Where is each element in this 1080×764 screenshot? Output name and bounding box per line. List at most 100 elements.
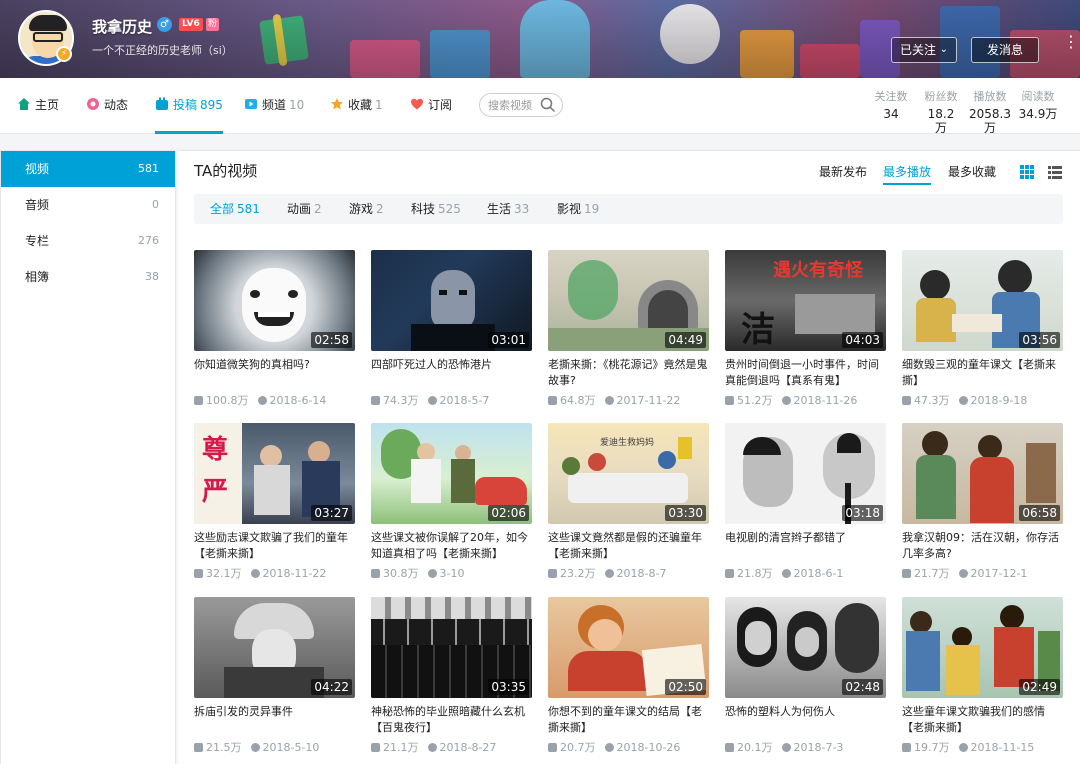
- verified-icon: ⚡: [56, 46, 72, 62]
- filter-games[interactable]: 游戏 2: [349, 194, 384, 224]
- clock-icon: [781, 396, 791, 405]
- video-thumbnail[interactable]: 02:06: [371, 423, 532, 524]
- send-message-button[interactable]: 发消息: [971, 37, 1039, 63]
- tab-uploads[interactable]: 投稿 895: [155, 78, 223, 134]
- sidebar-item-audio[interactable]: 音频 0: [1, 187, 175, 223]
- video-duration: 02:06: [488, 505, 529, 521]
- filter-film[interactable]: 影视 19: [557, 194, 599, 224]
- video-title[interactable]: 这些童年课文欺骗我们的感情【老撕来撕】: [902, 704, 1063, 736]
- home-icon: [18, 98, 30, 110]
- video-card: 02:06 这些课文被你误解了20年，如今知道真相了吗【老撕来撕】 30.8万 3…: [371, 423, 532, 581]
- stat-following[interactable]: 关注数 34: [873, 88, 909, 121]
- video-meta: 51.2万 2018-11-26: [725, 394, 886, 408]
- video-title[interactable]: 细数毁三观的童年课文【老撕来撕】: [902, 357, 1063, 389]
- clock-icon: [958, 396, 968, 405]
- tab-subscriptions[interactable]: 订阅: [410, 78, 452, 134]
- video-thumbnail[interactable]: 02:48: [725, 597, 886, 698]
- video-title[interactable]: 我拿汉朝09：活在汉朝，你存活几率多高?: [902, 530, 1063, 562]
- video-thumbnail[interactable]: 尊 严 03:27: [194, 423, 355, 524]
- filter-all[interactable]: 全部 581: [210, 194, 260, 224]
- video-title[interactable]: 这些励志课文欺骗了我们的童年【老撕来撕】: [194, 530, 355, 562]
- video-duration: 04:03: [842, 332, 883, 348]
- grid-view-icon[interactable]: [1020, 165, 1034, 179]
- play-count-icon: [902, 743, 911, 752]
- video-duration: 04:22: [311, 679, 352, 695]
- video-thumbnail[interactable]: 04:49: [548, 250, 709, 351]
- video-duration: 04:49: [665, 332, 706, 348]
- more-menu-icon[interactable]: ⋮: [1063, 34, 1079, 50]
- video-meta: 30.8万 3-10: [371, 567, 532, 581]
- video-duration: 02:58: [311, 332, 352, 348]
- video-meta: 32.1万 2018-11-22: [194, 567, 355, 581]
- video-meta: 20.1万 2018-7-3: [725, 741, 886, 755]
- video-thumbnail[interactable]: 02:50: [548, 597, 709, 698]
- video-thumbnail[interactable]: 爱迪生救妈妈 03:30: [548, 423, 709, 524]
- video-title[interactable]: 你知道微笑狗的真相吗?: [194, 357, 355, 389]
- video-title[interactable]: 你想不到的童年课文的结局【老撕来撕】: [548, 704, 709, 736]
- video-thumbnail[interactable]: 03:56: [902, 250, 1063, 351]
- list-view-icon[interactable]: [1048, 165, 1062, 179]
- clock-icon: [958, 569, 968, 578]
- favorite-icon: [331, 98, 343, 110]
- sort-most-favorited[interactable]: 最多收藏: [948, 163, 996, 180]
- clock-icon: [604, 569, 614, 578]
- video-card: 02:48 恐怖的塑料人为何伤人 20.1万 2018-7-3: [725, 597, 886, 755]
- video-card: 尊 严 03:27 这些励志课文欺骗了我们的童年【老撕来撕】 32.1万 2018…: [194, 423, 355, 581]
- followed-button[interactable]: 已关注 ⌄: [891, 37, 957, 63]
- clock-icon: [427, 569, 437, 578]
- sidebar-item-articles[interactable]: 专栏 276: [1, 223, 175, 259]
- video-search-input[interactable]: [488, 97, 540, 113]
- tab-channels[interactable]: 频道 10: [244, 78, 304, 134]
- tab-favorites[interactable]: 收藏 1: [330, 78, 383, 134]
- video-thumbnail[interactable]: 02:58: [194, 250, 355, 351]
- video-title[interactable]: 拆庙引发的灵异事件: [194, 704, 355, 736]
- video-meta: 23.2万 2018-8-7: [548, 567, 709, 581]
- filter-life[interactable]: 生活 33: [487, 194, 529, 224]
- play-count-icon: [725, 396, 734, 405]
- play-count-icon: [548, 743, 557, 752]
- video-title[interactable]: 电视剧的清宫辫子都错了: [725, 530, 886, 562]
- play-count-icon: [194, 743, 203, 752]
- stat-followers[interactable]: 粉丝数 18.2万: [922, 88, 960, 135]
- sort-latest[interactable]: 最新发布: [819, 163, 867, 180]
- sidebar-item-albums[interactable]: 相簿 38: [1, 259, 175, 295]
- clock-icon: [604, 743, 614, 752]
- video-thumbnail[interactable]: 06:58: [902, 423, 1063, 524]
- video-title[interactable]: 贵州时间倒退一小时事件，时间真能倒退吗【真系有鬼】: [725, 357, 886, 389]
- video-duration: 03:18: [842, 505, 883, 521]
- clock-icon: [781, 743, 791, 752]
- video-title[interactable]: 神秘恐怖的毕业照暗藏什么玄机【百鬼夜行】: [371, 704, 532, 736]
- sort-most-played[interactable]: 最多播放: [883, 163, 932, 185]
- video-card: 06:58 我拿汉朝09：活在汉朝，你存活几率多高? 21.7万 2017-12-…: [902, 423, 1063, 581]
- video-thumbnail[interactable]: 02:49: [902, 597, 1063, 698]
- video-duration: 06:58: [1019, 505, 1060, 521]
- tab-home[interactable]: 主页: [17, 78, 59, 134]
- video-thumbnail[interactable]: 03:18: [725, 423, 886, 524]
- clock-icon: [604, 396, 614, 405]
- video-thumbnail[interactable]: 04:22: [194, 597, 355, 698]
- video-thumbnail[interactable]: 遇火有奇怪 洁 04:03: [725, 250, 886, 351]
- video-title[interactable]: 这些课文被你误解了20年，如今知道真相了吗【老撕来撕】: [371, 530, 532, 562]
- upload-icon: [156, 97, 168, 110]
- filter-tech[interactable]: 科技 525: [411, 194, 461, 224]
- video-meta: 21.1万 2018-8-27: [371, 741, 532, 755]
- video-meta: 47.3万 2018-9-18: [902, 394, 1063, 408]
- sidebar-item-video[interactable]: 视频 581: [1, 151, 175, 187]
- video-title[interactable]: 老撕来撕：《桃花源记》竟然是鬼故事?: [548, 357, 709, 389]
- tab-dynamic[interactable]: 动态: [86, 78, 128, 134]
- video-title[interactable]: 恐怖的塑料人为何伤人: [725, 704, 886, 736]
- dynamic-icon: [87, 98, 99, 110]
- play-count-icon: [902, 396, 911, 405]
- video-title[interactable]: 四部吓死过人的恐怖港片: [371, 357, 532, 389]
- video-duration: 03:35: [488, 679, 529, 695]
- play-count-icon: [725, 743, 734, 752]
- video-title[interactable]: 这些课文竟然都是假的还骗童年【老撕来撕】: [548, 530, 709, 562]
- clock-icon: [250, 743, 260, 752]
- video-thumbnail[interactable]: 03:35: [371, 597, 532, 698]
- filter-animation[interactable]: 动画 2: [287, 194, 322, 224]
- play-count-icon: [371, 396, 380, 405]
- profile-banner: ⚡ 我拿历史 ♂ LV6 粉 一个不正经的历史老师（si） 已关注 ⌄ 发消息 …: [0, 0, 1080, 78]
- search-icon[interactable]: [540, 97, 556, 113]
- video-thumbnail[interactable]: 03:01: [371, 250, 532, 351]
- video-card: 遇火有奇怪 洁 04:03 贵州时间倒退一小时事件，时间真能倒退吗【真系有鬼】 …: [725, 250, 886, 408]
